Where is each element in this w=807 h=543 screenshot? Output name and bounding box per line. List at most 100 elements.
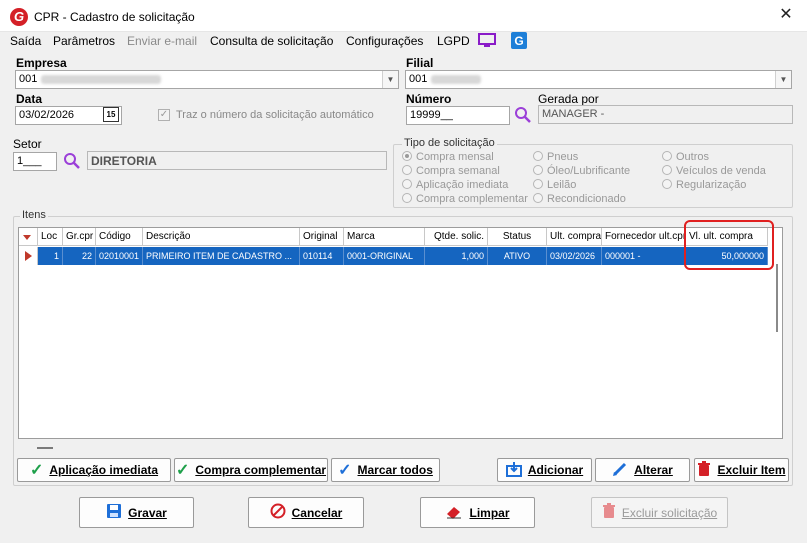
button-label: Compra complementar [195, 463, 327, 477]
radio-compra-mensal[interactable]: Compra mensal [402, 151, 494, 163]
table-cell: 000001 - [602, 247, 686, 265]
column-header[interactable]: Descrição [143, 228, 300, 246]
marcar-todos-button[interactable]: ✓ Marcar todos [331, 458, 440, 482]
column-header[interactable]: Código [96, 228, 143, 246]
trash-icon [697, 460, 711, 480]
brand-g-icon[interactable]: G [511, 32, 527, 52]
column-header[interactable]: Loc [38, 228, 63, 246]
radio-dot [533, 193, 543, 203]
calendar-icon[interactable]: 15 [103, 107, 119, 122]
radio-veiculos-venda[interactable]: Veículos de venda [662, 165, 766, 177]
radio-label: Regularização [676, 179, 747, 191]
menu-configuracoes[interactable]: Configurações [346, 34, 423, 48]
radio-dot [533, 151, 543, 161]
table-cell: 1,000 [425, 247, 488, 265]
cancelar-button[interactable]: Cancelar [248, 497, 364, 528]
table-cell: 010114 [300, 247, 344, 265]
chevron-down-icon[interactable]: ▼ [382, 71, 398, 88]
date-value: 03/02/2026 [19, 109, 75, 121]
gravar-button[interactable]: Gravar [79, 497, 194, 528]
setor-code-field[interactable]: 1___ [13, 152, 57, 171]
radio-label: Compra mensal [416, 151, 494, 163]
numero-field[interactable]: 19999__ [406, 106, 510, 125]
radio-compra-complementar[interactable]: Compra complementar [402, 193, 528, 205]
table-cell: ATIVO [488, 247, 547, 265]
radio-dot [402, 151, 412, 161]
itens-grid[interactable]: Loc Gr.cpr Código Descrição Original Mar… [18, 227, 783, 449]
column-header[interactable]: Fornecedor ult.cpr [602, 228, 686, 246]
empresa-value: 001 [19, 73, 38, 85]
radio-dot [533, 165, 543, 175]
menu-lgpd[interactable]: LGPD [437, 34, 470, 48]
button-label: Excluir solicitação [621, 505, 718, 520]
import-icon [505, 461, 522, 480]
vertical-scrollbar[interactable] [776, 264, 778, 332]
radio-regularizacao[interactable]: Regularização [662, 179, 746, 191]
svg-text:G: G [514, 34, 523, 48]
menu-enviar-email: Enviar e-mail [127, 34, 198, 48]
column-header[interactable]: Gr.cpr [63, 228, 96, 246]
setor-description-value: DIRETORIA [91, 154, 157, 168]
excluir-item-button[interactable]: Excluir Item [694, 458, 789, 482]
column-header[interactable]: Original [300, 228, 344, 246]
limpar-button[interactable]: Limpar [420, 497, 535, 528]
radio-label: Compra semanal [416, 165, 500, 177]
gerada-por-value: MANAGER - [542, 108, 605, 120]
monitor-icon[interactable] [478, 33, 496, 52]
grid-indicator-header [19, 228, 38, 246]
column-header[interactable]: Ult. compra [547, 228, 602, 246]
radio-compra-semanal[interactable]: Compra semanal [402, 165, 500, 177]
row-indicator-icon [19, 247, 38, 265]
radio-label: Compra complementar [416, 193, 528, 205]
close-icon[interactable]: ✕ [776, 5, 796, 25]
adicionar-button[interactable]: Adicionar [497, 458, 592, 482]
setor-code-value: 1___ [17, 155, 42, 167]
aplicacao-imediata-button[interactable]: ✓ Aplicação imediata [17, 458, 171, 482]
save-icon [106, 503, 122, 522]
menu-saida[interactable]: Saída [10, 34, 41, 48]
column-header[interactable]: Vl. ult. compra [686, 228, 768, 246]
setor-label: Setor [13, 137, 42, 151]
window-title: CPR - Cadastro de solicitação [34, 10, 195, 24]
app-logo-icon: G [10, 8, 28, 26]
radio-dot [402, 179, 412, 189]
radio-pneus[interactable]: Pneus [533, 151, 578, 163]
button-label: Marcar todos [357, 463, 433, 477]
eraser-icon [445, 503, 463, 522]
search-icon[interactable] [63, 152, 81, 173]
menu-consulta-solicitacao[interactable]: Consulta de solicitação [210, 34, 333, 48]
tipo-solicitacao-title: Tipo de solicitação [402, 137, 497, 149]
horizontal-scrollbar[interactable] [37, 447, 53, 449]
chevron-down-icon[interactable]: ▼ [775, 71, 791, 88]
search-icon[interactable] [514, 106, 532, 127]
compra-complementar-button[interactable]: ✓ Compra complementar [174, 458, 328, 482]
radio-dot [662, 179, 672, 189]
column-header[interactable]: Qtde. solic. [425, 228, 488, 246]
numero-value: 19999__ [410, 109, 453, 121]
column-header[interactable]: Marca [344, 228, 425, 246]
radio-label: Recondicionado [547, 193, 626, 205]
setor-description-field: DIRETORIA [87, 151, 387, 170]
gerada-por-field: MANAGER - [538, 105, 793, 124]
radio-dot [402, 165, 412, 175]
menu-parametros[interactable]: Parâmetros [53, 34, 115, 48]
radio-outros[interactable]: Outros [662, 151, 709, 163]
radio-oleo-lubrificante[interactable]: Óleo/Lubrificante [533, 165, 630, 177]
data-label: Data [16, 92, 43, 106]
alterar-button[interactable]: Alterar [595, 458, 690, 482]
column-header[interactable]: Status [488, 228, 547, 246]
filial-select[interactable]: 001 ▼ [405, 70, 792, 89]
radio-label: Leilão [547, 179, 577, 191]
auto-number-checkbox[interactable]: ✓ [158, 109, 170, 121]
numero-label: Número [406, 92, 452, 106]
radio-leilao[interactable]: Leilão [533, 179, 576, 191]
table-cell: 03/02/2026 [547, 247, 602, 265]
filial-label: Filial [406, 56, 434, 70]
radio-aplicacao-imediata[interactable]: Aplicação imediata [402, 179, 508, 191]
table-cell: 02010001 [96, 247, 143, 265]
radio-recondicionado[interactable]: Recondicionado [533, 193, 626, 205]
empresa-select[interactable]: 001 ▼ [15, 70, 399, 89]
button-label: Limpar [469, 505, 510, 520]
trash-icon [602, 503, 616, 522]
table-cell: PRIMEIRO ITEM DE CADASTRO ... [143, 247, 300, 265]
